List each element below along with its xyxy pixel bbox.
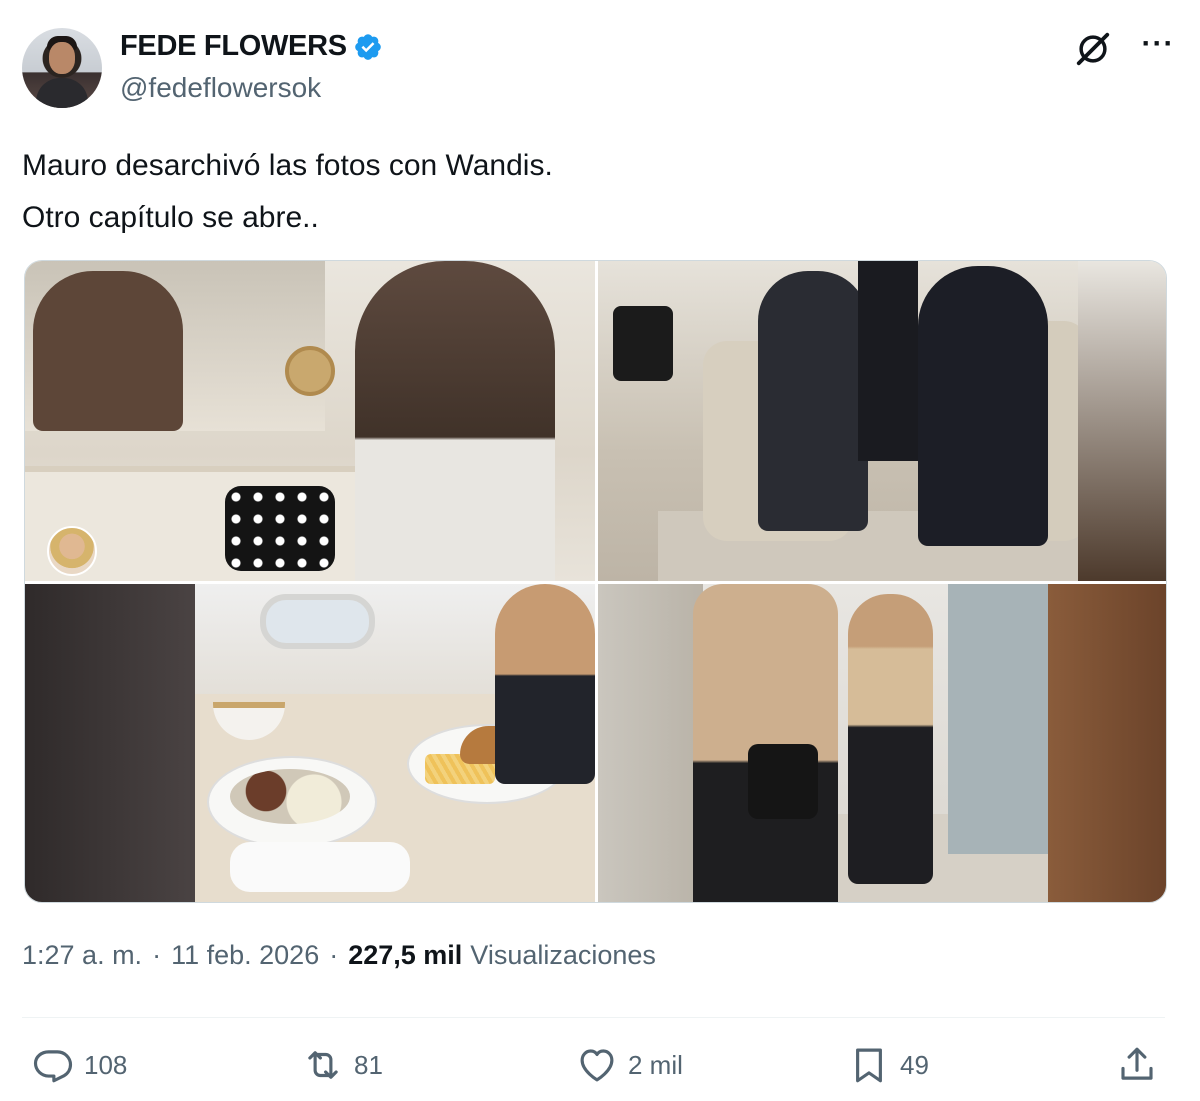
name-row: FEDE FLOWERS — [120, 30, 383, 63]
divider — [22, 1017, 1165, 1018]
like-button[interactable]: 2 mil — [576, 1040, 683, 1090]
cabin-wall — [1078, 261, 1166, 581]
verified-badge-icon[interactable] — [353, 32, 383, 62]
tattooed-man — [355, 261, 555, 581]
tweet-time[interactable]: 1:27 a. m. — [22, 940, 142, 971]
tweet-line-1: Mauro desarchivó las fotos con Wandis. — [22, 149, 553, 182]
reply-count: 108 — [84, 1049, 128, 1080]
avatar[interactable] — [22, 28, 102, 108]
bookmark-count: 49 — [900, 1049, 929, 1080]
wood-panel — [1048, 584, 1166, 902]
meta-separator: · — [329, 940, 339, 970]
display-name[interactable]: FEDE FLOWERS — [120, 30, 347, 63]
grok-icon[interactable] — [1074, 30, 1112, 68]
cabin-door-photo[interactable] — [598, 584, 1166, 902]
mirror-reflection — [33, 271, 183, 431]
views-count[interactable]: 227,5 mil — [348, 940, 462, 971]
reply-button[interactable]: 108 — [32, 1040, 127, 1090]
meat-and-rice — [230, 769, 350, 824]
tweet-line-2: Otro capítulo se abre.. — [22, 201, 319, 234]
polka-dot-bag — [225, 486, 335, 571]
plane-window — [260, 594, 375, 649]
jet-cabin-photo[interactable] — [598, 261, 1166, 581]
repost-icon — [308, 1051, 338, 1079]
meta-separator: · — [152, 940, 162, 970]
seated-woman — [758, 271, 868, 531]
repost-button[interactable]: 81 — [302, 1040, 383, 1090]
action-bar: 108 81 2 mil 49 — [32, 1040, 1162, 1090]
media-grid — [24, 260, 1167, 903]
napkin — [230, 842, 410, 892]
share-icon — [1121, 1047, 1153, 1080]
meal-photo[interactable] — [25, 584, 595, 902]
round-mirror — [285, 346, 335, 396]
black-bag — [748, 744, 818, 819]
bookmark-button[interactable]: 49 — [848, 1040, 929, 1090]
avatar-face — [49, 42, 75, 74]
handbag — [613, 306, 673, 381]
standing-person — [858, 261, 918, 461]
heart-icon — [580, 1049, 614, 1082]
tweet-header: FEDE FLOWERS @fedeflowersok ··· — [22, 28, 1178, 110]
smiling-girl — [495, 584, 595, 784]
handle[interactable]: @fedeflowersok — [120, 72, 321, 104]
seated-man — [918, 266, 1048, 546]
share-button[interactable] — [1116, 1040, 1158, 1090]
avatar-shirt — [36, 78, 88, 108]
tweet-text: Mauro desarchivó las fotos con Wandis. O… — [22, 140, 1172, 244]
foreground-hair — [25, 584, 195, 902]
reply-icon — [33, 1050, 73, 1083]
bathroom-photo[interactable] — [25, 261, 595, 581]
tweet-date[interactable]: 11 feb. 2026 — [171, 940, 319, 971]
glass-panel — [948, 584, 1048, 854]
like-count: 2 mil — [628, 1049, 683, 1080]
repost-count: 81 — [354, 1049, 383, 1080]
inset-avatar — [47, 526, 97, 576]
tweet-meta: 1:27 a. m. · 11 feb. 2026 · 227,5 mil Vi… — [22, 940, 656, 971]
bookmark-icon — [856, 1048, 882, 1083]
girl-in-coat — [848, 594, 933, 884]
views-label: Visualizaciones — [470, 940, 656, 970]
cabin-door — [598, 584, 703, 902]
more-icon[interactable]: ··· — [1138, 29, 1178, 62]
